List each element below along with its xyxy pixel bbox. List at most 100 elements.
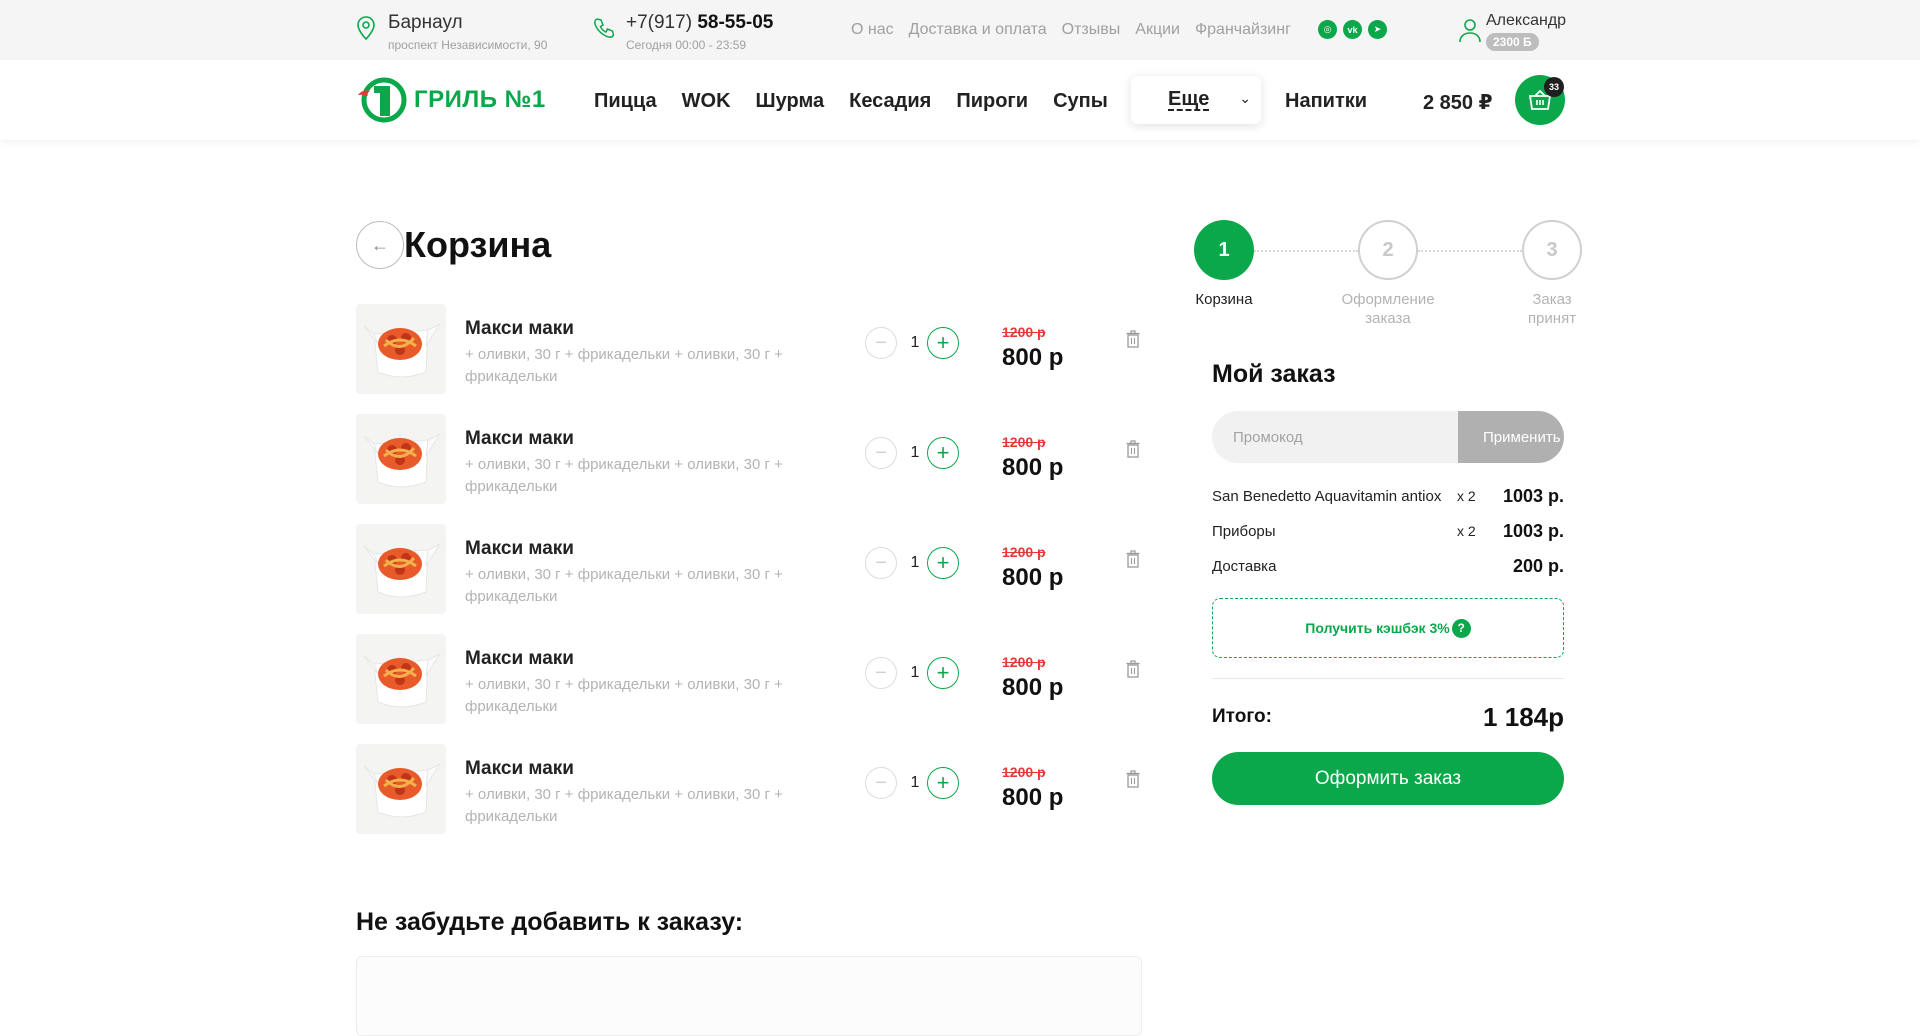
user-name: Александр	[1486, 12, 1567, 29]
item-price: 800 р	[1002, 564, 1064, 591]
quantity-value: 1	[910, 554, 920, 571]
quantity-increase-button[interactable]: +	[927, 327, 959, 359]
quantity-value: 1	[910, 334, 920, 351]
arrow-left-icon: ←	[371, 234, 389, 255]
user-profile[interactable]: Александр 2300 Б	[1458, 12, 1566, 51]
header-cart-total: 2 850 ₽	[1423, 92, 1493, 114]
quantity-decrease-button[interactable]: −	[865, 547, 897, 579]
step-2-circle: 2	[1358, 220, 1418, 280]
recommendations-title: Не забудьте добавить к заказу:	[356, 908, 744, 936]
quantity-increase-button[interactable]: +	[927, 767, 959, 799]
city-address: проспект Независимости, 90	[388, 38, 548, 52]
link-franchise[interactable]: Франчайзинг	[1195, 21, 1291, 39]
quantity-decrease-button[interactable]: −	[865, 437, 897, 469]
product-image[interactable]	[356, 304, 446, 394]
item-name[interactable]: Макси маки	[465, 648, 574, 670]
promo-field: Применить	[1212, 411, 1564, 463]
trash-icon[interactable]	[1126, 550, 1140, 568]
order-row-qty: x 2	[1457, 488, 1476, 504]
nav-pies[interactable]: Пироги	[956, 90, 1028, 113]
step-3-label: Заказ принят	[1527, 291, 1577, 327]
cashback-button[interactable]: Получить кэшбэк 3% ?	[1212, 598, 1564, 658]
trash-icon[interactable]	[1126, 330, 1140, 348]
nav-soups[interactable]: Супы	[1053, 90, 1108, 113]
nav-shurma[interactable]: Шурма	[756, 90, 825, 113]
phone-number[interactable]: +7(917) 58-55-05	[626, 12, 773, 34]
product-image[interactable]	[356, 524, 446, 614]
link-delivery[interactable]: Доставка и оплата	[909, 21, 1047, 39]
cashback-label: Получить кэшбэк 3%	[1305, 620, 1450, 636]
pasta-box-image	[363, 542, 442, 598]
cart-item: Макси маки + оливки, 30 г + фрикадельки …	[356, 304, 1142, 394]
quantity-decrease-button[interactable]: −	[865, 657, 897, 689]
city-selector[interactable]: Барнаул проспект Независимости, 90	[356, 12, 547, 52]
bonus-badge: 2300 Б	[1486, 33, 1539, 51]
apply-promo-button[interactable]: Применить	[1458, 411, 1564, 463]
more-label: Еще	[1168, 88, 1210, 111]
link-promotions[interactable]: Акции	[1135, 21, 1180, 39]
phone-prefix: +7(917)	[626, 12, 693, 33]
total-label: Итого:	[1212, 706, 1272, 727]
back-button[interactable]: ←	[356, 221, 404, 269]
pasta-box-image	[363, 322, 442, 378]
item-name[interactable]: Макси маки	[465, 318, 574, 340]
quantity-decrease-button[interactable]: −	[865, 327, 897, 359]
location-pin-icon	[357, 16, 375, 40]
total-value: 1 184р	[1483, 702, 1564, 732]
order-row: Доставка 200 р.	[1212, 556, 1564, 578]
trash-icon[interactable]	[1126, 770, 1140, 788]
step-connector	[1418, 250, 1522, 252]
telegram-icon[interactable]: ➤	[1368, 20, 1387, 39]
vk-icon[interactable]: vk	[1343, 20, 1362, 39]
order-row: San Benedetto Aquavitamin antiox x 2 100…	[1212, 486, 1564, 508]
link-reviews[interactable]: Отзывы	[1062, 21, 1121, 39]
item-price: 800 р	[1002, 674, 1064, 701]
item-description: + оливки, 30 г + фрикадельки + оливки, 3…	[465, 676, 783, 715]
quantity-value: 1	[910, 774, 920, 791]
logo-mark-icon	[358, 77, 407, 123]
item-old-price: 1200 р	[1002, 544, 1046, 560]
quantity-value: 1	[910, 664, 920, 681]
order-row-name: Доставка	[1212, 558, 1277, 575]
nav-quesadilla[interactable]: Кесадия	[849, 90, 931, 113]
item-price: 800 р	[1002, 454, 1064, 481]
step-1-circle: 1	[1194, 220, 1254, 280]
nav-drinks[interactable]: Напитки	[1285, 90, 1367, 113]
nav-wok[interactable]: WOK	[682, 90, 731, 113]
cart-item: Макси маки + оливки, 30 г + фрикадельки …	[356, 524, 1142, 614]
cart-count-badge: 33	[1544, 77, 1564, 97]
quantity-increase-button[interactable]: +	[927, 657, 959, 689]
promo-input[interactable]	[1212, 411, 1460, 463]
instagram-icon[interactable]: ◎	[1318, 20, 1337, 39]
nav-pizza[interactable]: Пицца	[594, 90, 657, 113]
trash-icon[interactable]	[1126, 660, 1140, 678]
recommendations-box	[356, 956, 1142, 1036]
checkout-button[interactable]: Оформить заказ	[1212, 752, 1564, 805]
item-name[interactable]: Макси маки	[465, 758, 574, 780]
more-dropdown[interactable]: Еще ⌄	[1131, 76, 1261, 124]
product-image[interactable]	[356, 634, 446, 724]
logo[interactable]: ГРИЛЬ №1	[356, 77, 546, 123]
product-image[interactable]	[356, 744, 446, 834]
order-row: Приборы x 2 1003 р.	[1212, 521, 1564, 543]
product-image[interactable]	[356, 414, 446, 504]
quantity-increase-button[interactable]: +	[927, 437, 959, 469]
quantity-increase-button[interactable]: +	[927, 547, 959, 579]
link-about[interactable]: О нас	[851, 21, 894, 39]
step-1-label: Корзина	[1195, 291, 1253, 308]
item-description: + оливки, 30 г + фрикадельки + оливки, 3…	[465, 566, 783, 605]
item-name[interactable]: Макси маки	[465, 428, 574, 450]
quantity-decrease-button[interactable]: −	[865, 767, 897, 799]
logo-text: ГРИЛЬ №1	[414, 86, 546, 113]
item-old-price: 1200 р	[1002, 654, 1046, 670]
top-bar: Барнаул проспект Независимости, 90 +7(91…	[0, 0, 1920, 60]
phone-block[interactable]: +7(917) 58-55-05 Сегодня 00:00 - 23:59	[592, 12, 773, 52]
main-header: ГРИЛЬ №1 Пицца WOK Шурма Кесадия Пироги …	[0, 60, 1920, 140]
item-old-price: 1200 р	[1002, 764, 1046, 780]
trash-icon[interactable]	[1126, 440, 1140, 458]
item-description: + оливки, 30 г + фрикадельки + оливки, 3…	[465, 346, 783, 385]
item-name[interactable]: Макси маки	[465, 538, 574, 560]
step-3-circle: 3	[1522, 220, 1582, 280]
city-name[interactable]: Барнаул	[388, 12, 547, 34]
question-icon[interactable]: ?	[1451, 618, 1471, 638]
